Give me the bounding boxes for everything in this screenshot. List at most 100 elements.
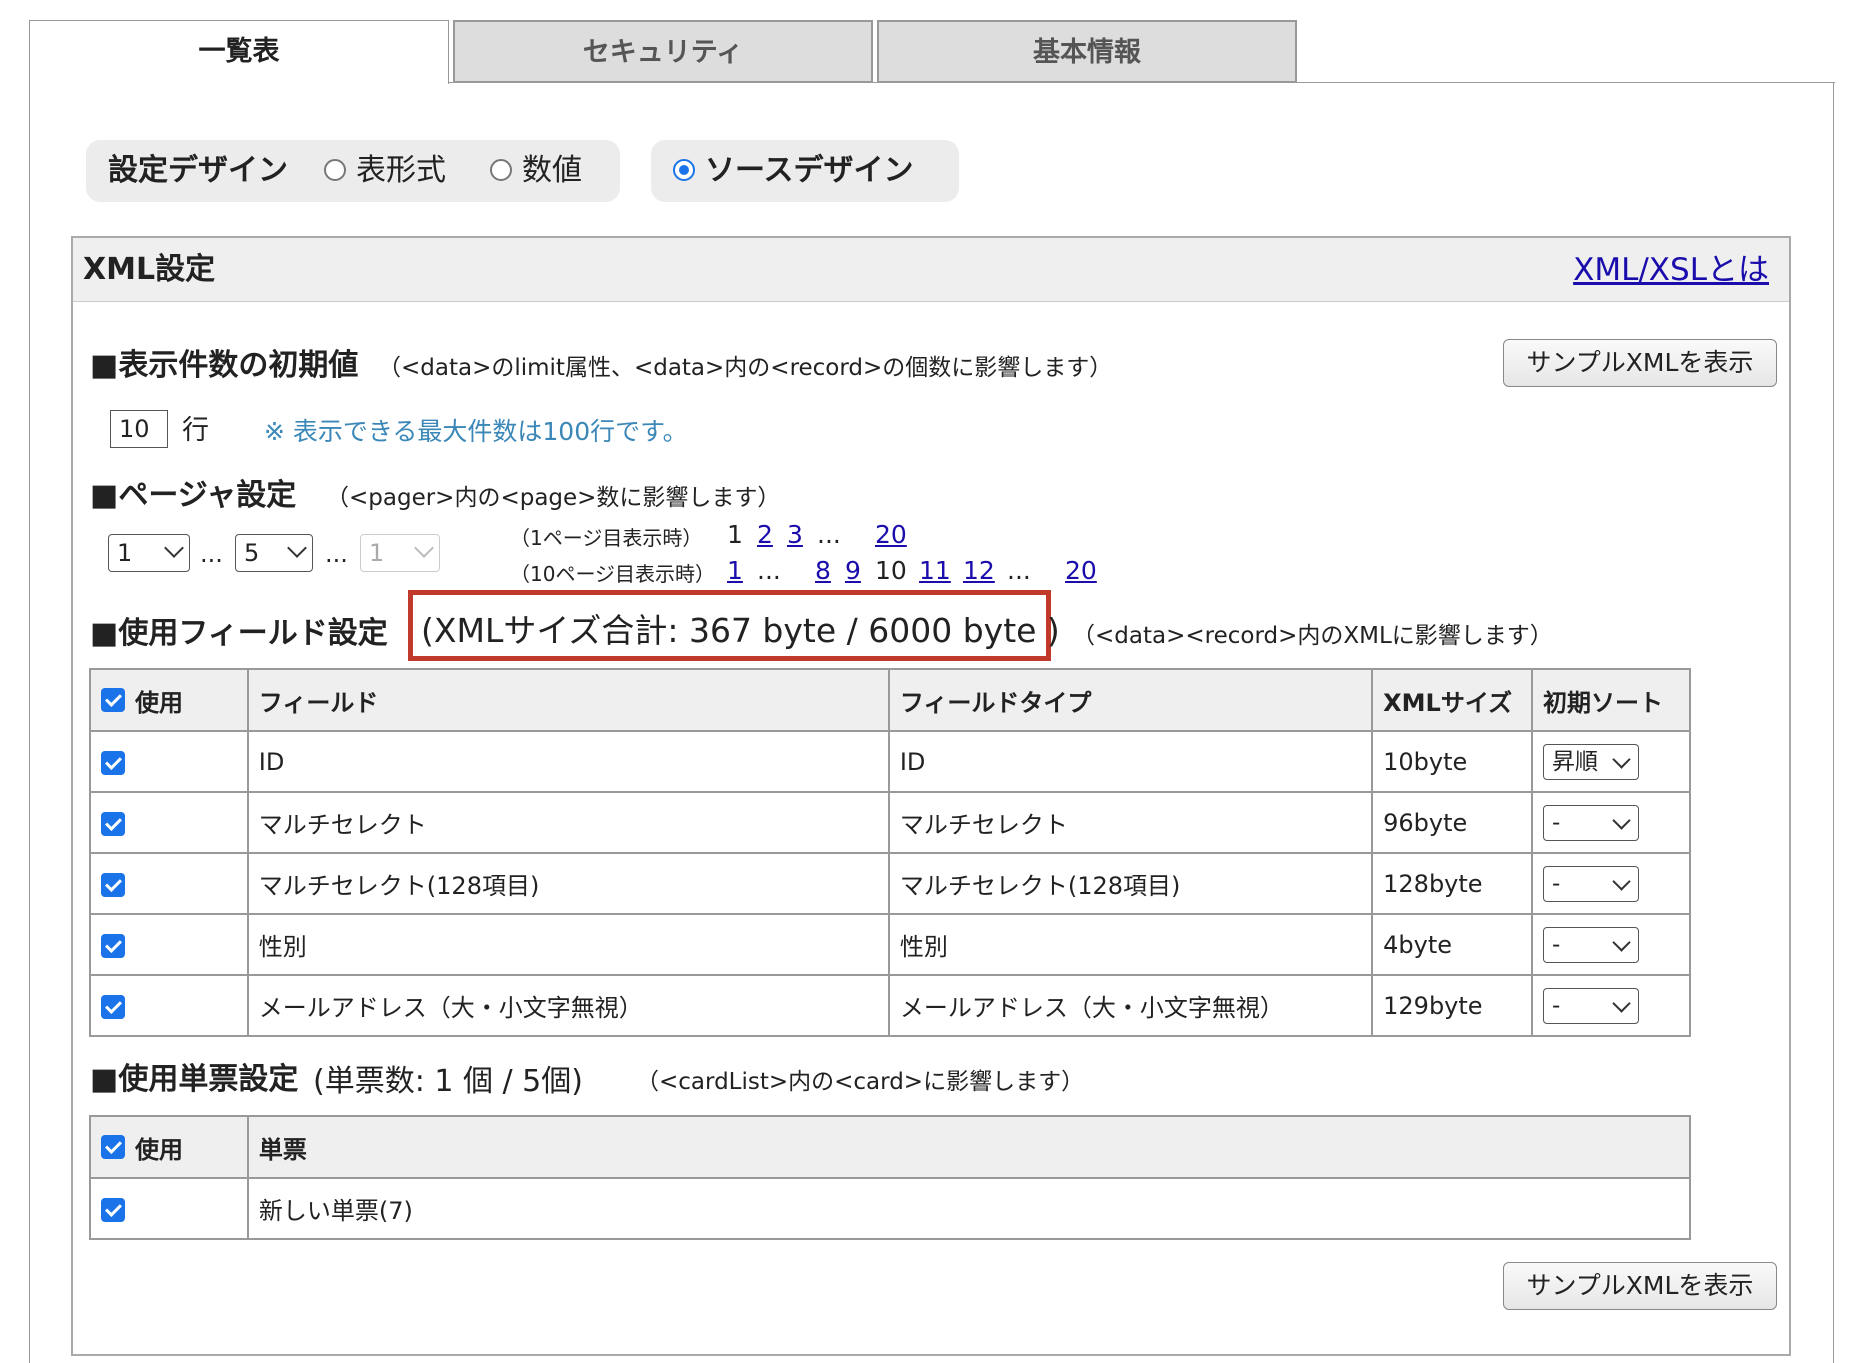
initial-sort-header: 初期ソート: [1531, 668, 1691, 732]
initial-sort-value: -: [1552, 992, 1561, 1019]
sort-cell: -: [1531, 974, 1691, 1037]
field-xml-size: 4byte: [1371, 913, 1534, 976]
pager-page-link[interactable]: 1: [727, 556, 743, 585]
cards-select-all-checkbox[interactable]: [101, 1135, 125, 1159]
card-use-checkbox[interactable]: [101, 1197, 125, 1222]
option-source-design[interactable]: ソースデザイン: [705, 140, 914, 202]
pager-note: （<pager>内の<page>数に影響します）: [326, 485, 781, 511]
chevron-down-icon: [1612, 993, 1631, 1013]
field-name: メールアドレス（大・小文字無視）: [246, 974, 890, 1037]
pager-page-link[interactable]: 20: [875, 520, 907, 549]
option-numeric[interactable]: 数値: [522, 140, 582, 202]
display-count-title: ■表示件数の初期値: [90, 348, 359, 383]
chevron-down-icon: [1612, 932, 1631, 952]
pager-example2-label: （10ページ目表示時）: [510, 562, 716, 586]
field-row: マルチセレクト(128項目) マルチセレクト(128項目) 128byte -: [89, 852, 1691, 915]
fields-note: （<data><record>内のXMLに影響します）: [1072, 623, 1553, 649]
sample-xml-button-top[interactable]: サンプルXMLを表示: [1503, 339, 1777, 387]
display-count-unit: 行: [182, 415, 209, 446]
xml-size-total: (XMLサイズ合計: 367 byte / 6000 byte ): [421, 611, 1060, 650]
pager-select-middle-value: 5: [244, 539, 260, 567]
radio-source-design[interactable]: [673, 159, 695, 181]
pager-page-link[interactable]: 2: [757, 520, 773, 549]
field-name: ID: [246, 730, 890, 793]
initial-sort-select[interactable]: -: [1543, 865, 1640, 902]
pager-example1-label: （1ページ目表示時）: [510, 526, 703, 550]
option-table-format[interactable]: 表形式: [356, 140, 446, 202]
fields-header-row: 使用 フィールド フィールドタイプ XMLサイズ 初期ソート: [89, 668, 1691, 732]
sort-cell: -: [1531, 791, 1691, 854]
pager-page-link[interactable]: 20: [1065, 556, 1097, 585]
pager-page-link[interactable]: 11: [919, 556, 951, 585]
initial-sort-select[interactable]: -: [1543, 804, 1640, 841]
radio-numeric[interactable]: [490, 159, 512, 181]
initial-sort-select[interactable]: 昇順: [1543, 743, 1640, 780]
initial-sort-value: 昇順: [1552, 748, 1599, 775]
use-header-label: 使用: [135, 688, 183, 717]
field-type: ID: [887, 730, 1374, 793]
field-xml-size: 129byte: [1371, 974, 1534, 1037]
display-count-hint: ※ 表示できる最大件数は100行です。: [264, 417, 688, 446]
field-use-checkbox[interactable]: [101, 750, 125, 775]
pager-select-middle[interactable]: 5: [235, 534, 313, 572]
pager-page-text: ...: [817, 520, 841, 549]
field-name: 性別: [246, 913, 890, 976]
sort-cell: -: [1531, 852, 1691, 915]
use-cell: [89, 791, 249, 854]
use-cell: [89, 730, 249, 793]
pager-page-text: ...: [757, 556, 781, 585]
cards-header-row: 使用 単票: [89, 1115, 1692, 1179]
pager-ellipsis: ...: [200, 540, 223, 568]
pager-select-last-value: 1: [369, 539, 385, 567]
cards-title: ■使用単票設定: [90, 1062, 299, 1097]
fields-title: ■使用フィールド設定: [90, 616, 388, 651]
field-use-checkbox[interactable]: [101, 811, 125, 836]
design-label: 設定デザイン: [108, 153, 288, 188]
field-xml-size: 10byte: [1371, 730, 1534, 793]
chevron-down-icon: [1612, 810, 1631, 830]
initial-sort-select[interactable]: -: [1543, 987, 1640, 1024]
pager-select-first-value: 1: [117, 539, 133, 567]
sort-cell: -: [1531, 913, 1691, 976]
field-use-checkbox[interactable]: [101, 933, 125, 958]
design-selector-group: 設定デザイン 表形式 数値: [86, 140, 620, 202]
pager-page-text: ...: [1007, 556, 1031, 585]
use-cell: [89, 852, 249, 915]
field-type-header: フィールドタイプ: [887, 668, 1374, 732]
select-all-checkbox[interactable]: [101, 688, 125, 712]
chevron-down-icon: [1612, 871, 1631, 891]
field-name: マルチセレクト(128項目): [246, 852, 890, 915]
card-row: 新しい単票(7): [89, 1177, 1692, 1240]
initial-sort-select[interactable]: -: [1543, 926, 1640, 963]
pager-select-last: 1: [360, 534, 440, 572]
field-row: 性別 性別 4byte -: [89, 913, 1691, 976]
initial-sort-value: -: [1552, 931, 1561, 958]
pager-select-first[interactable]: 1: [108, 534, 190, 572]
sample-xml-button-bottom[interactable]: サンプルXMLを表示: [1503, 1262, 1777, 1310]
cards-note: （<cardList>内の<card>に影響します）: [636, 1069, 1085, 1095]
pager-page-link[interactable]: 8: [815, 556, 831, 585]
radio-table-format[interactable]: [324, 159, 346, 181]
field-row: メールアドレス（大・小文字無視） メールアドレス（大・小文字無視） 129byte -: [89, 974, 1691, 1037]
field-name: マルチセレクト: [246, 791, 890, 854]
field-use-checkbox[interactable]: [101, 872, 125, 897]
initial-sort-value: -: [1552, 870, 1561, 897]
initial-sort-value: -: [1552, 809, 1561, 836]
tab-security[interactable]: セキュリティ: [453, 20, 873, 83]
pager-page-link[interactable]: 9: [845, 556, 861, 585]
pager-page-link[interactable]: 12: [963, 556, 995, 585]
fields-table: 使用 フィールド フィールドタイプ XMLサイズ 初期ソート ID ID 10byt…: [89, 668, 1691, 1037]
xml-xsl-help-link[interactable]: XML/XSLとは: [1573, 238, 1769, 302]
cards-table: 使用 単票 新しい単票(7): [89, 1115, 1692, 1240]
tab-basic-info[interactable]: 基本情報: [877, 20, 1297, 83]
field-type: マルチセレクト(128項目): [887, 852, 1374, 915]
cards-use-header: 使用: [89, 1115, 249, 1179]
pager-page-link[interactable]: 3: [787, 520, 803, 549]
card-header: 単票: [246, 1115, 1692, 1179]
tab-list[interactable]: 一覧表: [29, 20, 449, 84]
panel-title: XML設定: [83, 252, 216, 287]
field-use-checkbox[interactable]: [101, 994, 125, 1019]
cards-count: (単票数: 1 個 / 5個): [313, 1064, 583, 1099]
xml-size-header: XMLサイズ: [1371, 668, 1534, 732]
display-count-input[interactable]: 10: [110, 410, 168, 448]
